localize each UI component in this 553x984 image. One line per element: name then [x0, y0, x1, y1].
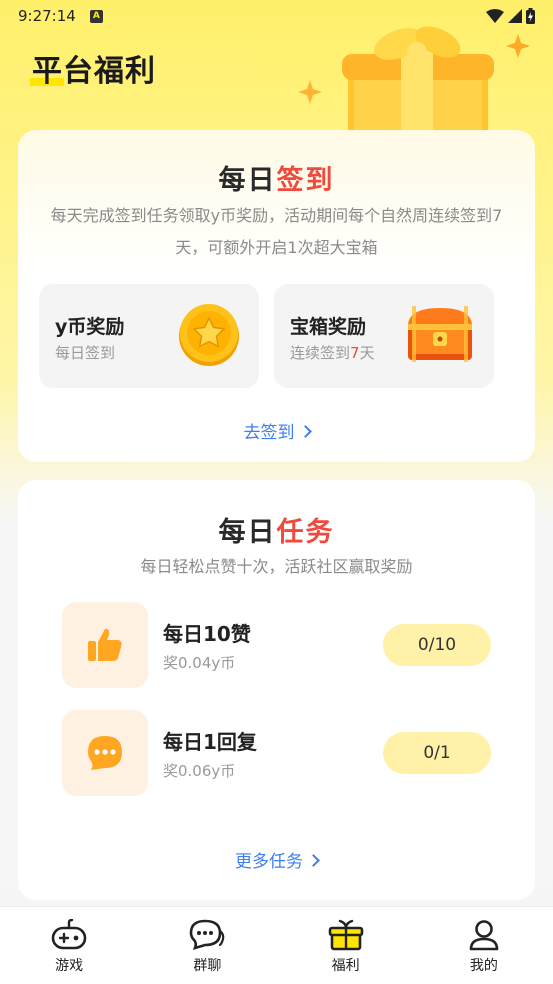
nav-item-welfare[interactable]: 福利 [277, 907, 415, 984]
treasure-chest-icon [408, 306, 472, 362]
chevron-right-icon [298, 425, 312, 438]
task-reward: 奖0.06y币 [163, 762, 236, 780]
task-reward: 奖0.04y币 [163, 654, 236, 672]
chest-subtitle-suffix: 天 [359, 344, 375, 362]
notification-a-icon: A [89, 9, 103, 23]
task-progress-badge: 0/1 [383, 732, 491, 774]
coin-icon [179, 304, 239, 366]
task-icon-tile [62, 710, 148, 796]
thumbs-up-icon [88, 628, 122, 661]
gift-icon [328, 919, 363, 951]
nav-label-welfare: 福利 [331, 958, 360, 974]
nav-label-me: 我的 [469, 958, 498, 974]
tasks-title-part1: 每日 [218, 517, 277, 548]
nav-item-games[interactable]: 游戏 [0, 907, 138, 984]
nav-item-me[interactable]: 我的 [415, 907, 553, 984]
signin-card-title: 每日签到 [18, 158, 535, 197]
task-row-reply: 每日1回复 奖0.06y币 0/1 [62, 710, 491, 796]
coin-reward-title: y币奖励 [55, 316, 125, 338]
person-icon [469, 920, 499, 951]
chat-bubble-icon [88, 736, 122, 770]
tasks-description: 每日轻松点赞十次，活跃社区赢取奖励 [140, 557, 413, 576]
signin-description: 每天完成签到任务领取y币奖励，活动期间每个自然周连续签到7天，可额外开启1次超大… [50, 206, 503, 257]
daily-signin-card: 每日签到 每天完成签到任务领取y币奖励，活动期间每个自然周连续签到7天，可额外开… [18, 130, 535, 462]
nav-item-group-chat[interactable]: 群聊 [138, 907, 276, 984]
more-tasks-link[interactable]: 更多任务 [18, 847, 535, 872]
task-name: 每日1回复 [163, 730, 257, 754]
signin-title-part2: 签到 [276, 165, 335, 196]
gamepad-icon [51, 919, 87, 950]
gift-box-illustration [298, 26, 530, 138]
signin-title-part1: 每日 [218, 165, 277, 196]
nav-label-group-chat: 群聊 [193, 958, 222, 974]
daily-tasks-card: 每日任务 每日轻松点赞十次，活跃社区赢取奖励 每日10赞 奖0.04y币 0/1… [18, 480, 535, 900]
chevron-right-icon [307, 854, 320, 867]
status-time: 9:27:14 [18, 7, 76, 25]
chest-reward-tile: 宝箱奖励 连续签到7天 [274, 284, 494, 388]
tasks-card-title: 每日任务 [18, 510, 535, 549]
page-title: 平台福利 [30, 46, 156, 90]
coin-reward-tile: y币奖励 每日签到 [39, 284, 259, 388]
bottom-navigation: 游戏 群聊 福利 我的 [0, 906, 553, 984]
group-chat-icon [190, 919, 225, 951]
nav-label-games: 游戏 [55, 958, 84, 974]
chest-subtitle-prefix: 连续签到 [290, 344, 351, 362]
go-signin-link[interactable]: 去签到 [18, 418, 535, 443]
tasks-title-part2: 任务 [276, 517, 335, 548]
chest-reward-subtitle: 连续签到7天 [290, 342, 375, 363]
chest-reward-title: 宝箱奖励 [290, 316, 367, 338]
chest-subtitle-days: 7 [350, 344, 360, 362]
go-signin-label: 去签到 [243, 423, 295, 443]
task-name: 每日10赞 [163, 622, 251, 646]
task-icon-tile [62, 602, 148, 688]
more-tasks-label: 更多任务 [235, 852, 303, 872]
task-row-likes: 每日10赞 奖0.04y币 0/10 [62, 602, 491, 688]
coin-reward-subtitle: 每日签到 [55, 344, 116, 362]
task-progress-badge: 0/10 [383, 624, 491, 666]
